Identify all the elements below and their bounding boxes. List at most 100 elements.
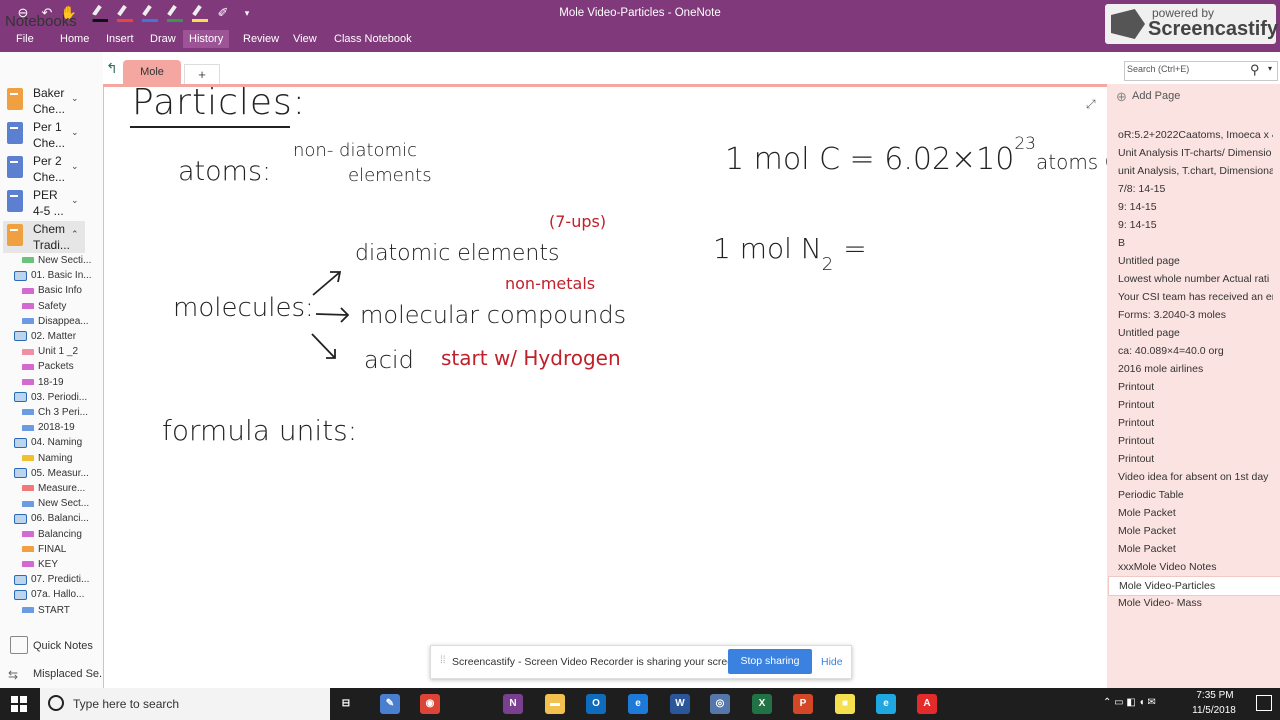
menu-insert[interactable]: Insert [100, 30, 140, 48]
expand-icon[interactable]: ⤢ [1086, 97, 1096, 112]
windows-start-icon[interactable] [11, 696, 27, 712]
page-item[interactable]: 9: 14-15 [1118, 216, 1273, 234]
page-item[interactable]: Mole Packet [1118, 522, 1273, 540]
page-item[interactable]: Untitled page [1118, 324, 1273, 342]
paint-icon[interactable]: ✎ [380, 694, 400, 714]
media-icon[interactable]: ◎ [710, 694, 730, 714]
menu-history[interactable]: History [183, 30, 230, 48]
page-item[interactable]: Mole Video- Mass [1118, 594, 1273, 612]
page-item[interactable]: 7/8: 14-15 [1118, 180, 1273, 198]
notebook-item[interactable]: Per 2 Che... ⌄ [3, 153, 85, 185]
quick-notes-link[interactable]: Quick Notes [33, 640, 93, 652]
section-group[interactable]: 06. Balanci... [14, 511, 116, 526]
customize-toolbar-icon[interactable]: ▾ [238, 4, 256, 22]
page-item[interactable]: Mole Packet [1118, 504, 1273, 522]
add-page-button[interactable]: Add Page [1132, 90, 1180, 102]
menu-home[interactable]: Home [54, 30, 95, 48]
page-item[interactable]: Printout [1118, 450, 1273, 468]
task-view-icon[interactable]: ⊟ [336, 694, 356, 714]
page-item[interactable]: 2016 mole airlines [1118, 360, 1273, 378]
page-item[interactable]: Printout [1118, 432, 1273, 450]
section-label: Measure... [38, 483, 86, 494]
page-item[interactable]: Printout [1118, 414, 1273, 432]
page-item[interactable]: oR:5.2+2022Caatoms, Imoeca x 4 [1118, 126, 1273, 144]
notebook-item[interactable]: Per 1 Che... ⌄ [3, 119, 85, 151]
chevron-down-icon[interactable]: ⌄ [71, 93, 79, 104]
page-item[interactable]: Printout [1118, 378, 1273, 396]
menu-draw[interactable]: Draw [144, 30, 182, 48]
excel-icon[interactable]: X [752, 694, 772, 714]
clock-date[interactable]: 11/5/2018 [1183, 705, 1245, 716]
chevron-down-icon[interactable]: ⌄ [71, 195, 79, 206]
section-group[interactable]: 07a. Hallo... [14, 587, 116, 602]
page-item[interactable]: Mole Packet [1118, 540, 1273, 558]
notebook-item[interactable]: PER 4-5 ... ⌄ [3, 187, 85, 219]
clock-time[interactable]: 7:35 PM [1190, 690, 1240, 701]
search-icon[interactable]: ⚲ [1250, 62, 1260, 78]
chevron-up-icon[interactable]: ⌃ [71, 229, 79, 240]
page-item[interactable]: Your CSI team has received an en [1118, 288, 1273, 306]
section-group[interactable]: 01. Basic In... [14, 268, 116, 283]
notebook-item[interactable]: Baker Che... ⌄ [3, 85, 85, 117]
page-item[interactable]: Forms: 3.2040-3 moles [1118, 306, 1273, 324]
add-page-icon[interactable]: ⊕ [1116, 89, 1127, 105]
pen-icon[interactable] [142, 4, 158, 22]
outlook-icon[interactable]: O [586, 694, 606, 714]
stop-sharing-button[interactable]: Stop sharing [728, 649, 812, 674]
powerpoint-icon[interactable]: P [793, 694, 813, 714]
menu-view[interactable]: View [287, 30, 323, 48]
page-item[interactable]: B [1118, 234, 1273, 252]
notebooks-title[interactable]: Notebooks [5, 13, 77, 30]
chevron-down-icon[interactable]: ⌄ [71, 161, 79, 172]
page-item[interactable]: Periodic Table [1118, 486, 1273, 504]
page-item[interactable]: Untitled page [1118, 252, 1273, 270]
page-item[interactable]: xxxMole Video Notes [1118, 558, 1273, 576]
menu-class-notebook[interactable]: Class Notebook [328, 30, 418, 48]
hide-link[interactable]: Hide [821, 656, 843, 668]
menu-review[interactable]: Review [237, 30, 285, 48]
menu-file[interactable]: File [10, 30, 40, 48]
acrobat-icon[interactable]: A [917, 694, 937, 714]
misplaced-sections-link[interactable]: Misplaced Se... [33, 668, 108, 680]
page-item[interactable]: Unit Analysis IT-charts/ Dimensio [1118, 144, 1273, 162]
pin-icon[interactable]: ⊤ [88, 14, 97, 25]
molecular-note: non-metals [505, 274, 596, 293]
internet-explorer-icon[interactable]: e [876, 694, 896, 714]
pen-icon[interactable] [167, 4, 183, 22]
section-group[interactable]: 02. Matter [14, 329, 116, 344]
notebook-item[interactable]: Chem Tradi... ⌃ [3, 221, 85, 253]
section-group-icon [14, 574, 27, 585]
pen-icon[interactable] [117, 4, 133, 22]
section-tab-icon [22, 348, 34, 355]
chevron-down-icon[interactable]: ⌄ [71, 127, 79, 138]
page-item[interactable]: Lowest whole number Actual rati [1118, 270, 1273, 288]
file-explorer-icon[interactable]: ▬ [545, 694, 565, 714]
equation-1-exponent: 23 [1014, 134, 1036, 154]
navigate-back-icon[interactable]: ↰ [106, 60, 118, 77]
section-group[interactable]: 04. Naming [14, 435, 116, 450]
page-item[interactable]: unit Analysis, T.chart, Dimensional [1118, 162, 1273, 180]
section-tab-icon [22, 530, 34, 537]
page-item[interactable]: Mole Video-Particles [1108, 576, 1280, 596]
diatomic-elements: diatomic elements [355, 241, 560, 266]
sticky-notes-icon[interactable]: ■ [835, 694, 855, 714]
action-center-icon[interactable] [1256, 695, 1272, 711]
section-tab-icon [22, 500, 34, 507]
section-group[interactable]: 05. Measur... [14, 466, 116, 481]
section-group[interactable]: 03. Periodi... [14, 390, 116, 405]
tab-mole[interactable]: Mole [123, 60, 181, 84]
search-scope-dropdown-icon[interactable]: ▾ [1268, 64, 1272, 73]
system-tray-icons[interactable]: ⌃ ▭ ◧ ◖ ✉ [1103, 697, 1156, 708]
pen-icon[interactable] [192, 4, 208, 22]
word-icon[interactable]: W [670, 694, 690, 714]
chrome-icon[interactable]: ◉ [420, 694, 440, 714]
page-item[interactable]: Printout [1118, 396, 1273, 414]
edge-icon[interactable]: e [628, 694, 648, 714]
drag-handle-icon[interactable]: ⁞⁞ [440, 655, 446, 666]
page-item[interactable]: ca: 40.089×4=40.0 org [1118, 342, 1273, 360]
eraser-icon[interactable]: ✐ [214, 4, 232, 22]
onenote-icon[interactable]: N [503, 694, 523, 714]
page-item[interactable]: 9: 14-15 [1118, 198, 1273, 216]
section-group[interactable]: 07. Predicti... [14, 572, 116, 587]
page-item[interactable]: Video idea for absent on 1st day [1118, 468, 1273, 486]
